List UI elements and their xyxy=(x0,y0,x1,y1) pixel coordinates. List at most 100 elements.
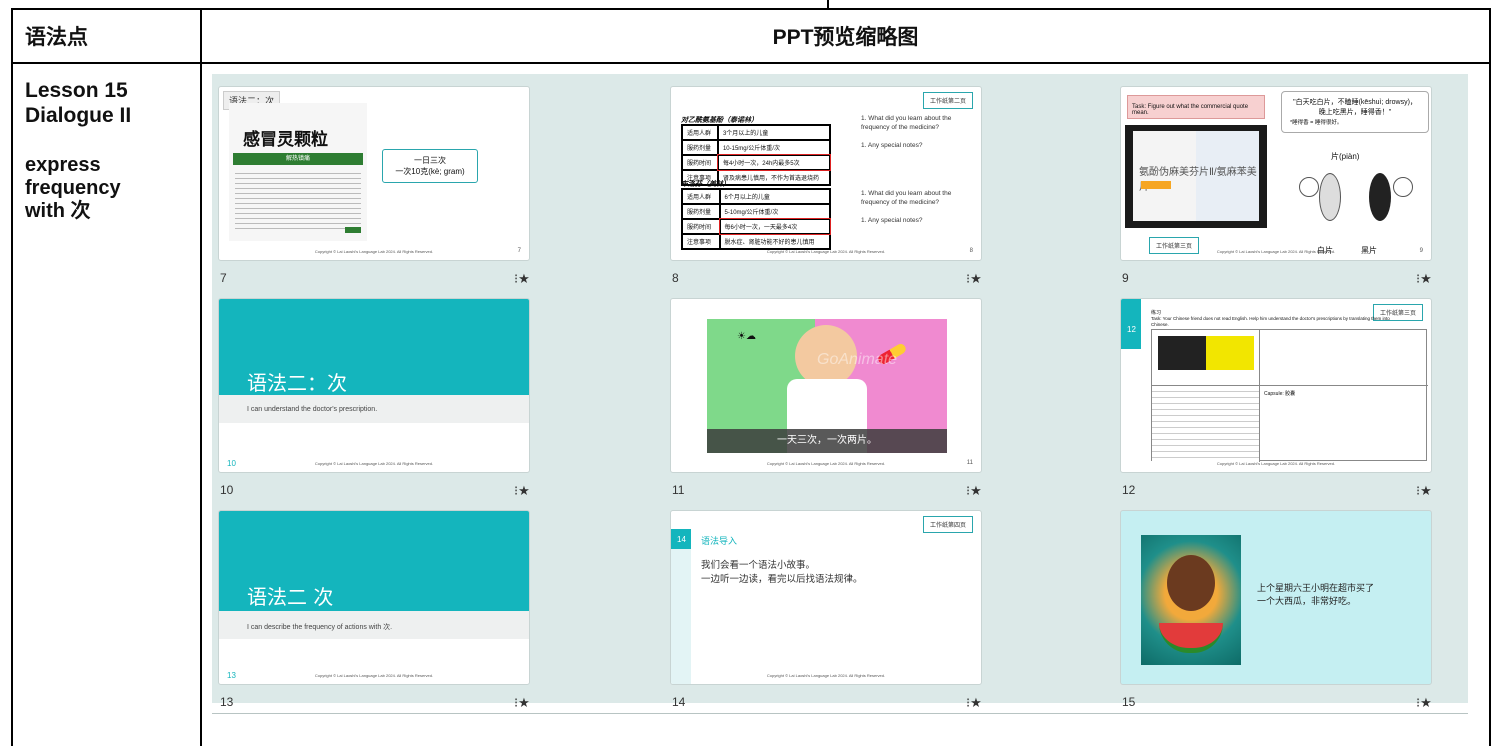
copyright-text: Copyright © Lai Laoshi's Language Lab 20… xyxy=(1216,249,1336,254)
sun-cloud-icon: ☀☁ xyxy=(737,331,756,342)
story-illustration xyxy=(1141,535,1241,665)
star-icon[interactable]: ⁝★ xyxy=(514,483,530,499)
drug1-table: 适用人群 3个月以上的儿童 服药剂量 10-15mg/公斤体重/次 服药时间 每4小时… xyxy=(681,124,832,186)
medicine-box: 氨酚伪麻美芬片Ⅱ/氨麻苯美片 xyxy=(1133,131,1259,221)
worksheet-tag: 工作纸第四页 xyxy=(922,516,973,533)
product-photo: 氨酚伪麻美芬片Ⅱ/氨麻苯美片 xyxy=(1125,125,1267,228)
capsule-label: Capsule: 胶囊 xyxy=(1264,391,1296,397)
grammar-table: 语法点 PPT预览缩略图 Lesson 15 Dialogue II expre… xyxy=(11,8,1491,746)
star-icon[interactable]: ⁝★ xyxy=(966,695,982,711)
white-pill-face-icon xyxy=(1299,177,1319,197)
star-icon[interactable]: ⁝★ xyxy=(1416,695,1432,711)
grammar-line-2: frequency xyxy=(25,177,121,199)
quote-line-1: "白天吃白片，不瞌睡(kēshuì; drowsy)， xyxy=(1293,99,1417,106)
header-grammar-point: 语法点 xyxy=(11,8,202,64)
intro-line-1: 我们会看一个语法小故事。 xyxy=(701,560,816,571)
worksheet-tag: 工作纸第二页 xyxy=(922,92,973,109)
star-icon[interactable]: ⁝★ xyxy=(514,695,530,711)
corner-number: 12 xyxy=(1127,325,1136,334)
slide-title: 语法二：次 xyxy=(247,371,347,395)
white-pill-icon xyxy=(1319,173,1341,221)
bubble-line-2: 一次10克(kè; gram) xyxy=(395,167,465,176)
document-page: 语法点 PPT预览缩略图 Lesson 15 Dialogue II expre… xyxy=(0,0,1500,746)
answer-box-1 xyxy=(1260,330,1428,386)
slide-number-label: 8 xyxy=(672,271,679,285)
lesson-title-1: Lesson 15 xyxy=(25,79,128,102)
slide-number-label: 11 xyxy=(672,483,685,497)
slide-subtitle: I can describe the frequency of actions … xyxy=(247,624,393,631)
label-image-1 xyxy=(1152,330,1260,386)
teal-sidebar xyxy=(1121,299,1141,349)
watermark: GoAnimate xyxy=(817,351,898,368)
quote-bubble: "白天吃白片，不瞌睡(kēshuì; drowsy)， 晚上吃黑片，睡得香！" … xyxy=(1281,91,1429,133)
star-icon[interactable]: ⁝★ xyxy=(1416,271,1432,287)
section-heading: 语法导入 xyxy=(701,536,738,546)
copyright-text: Copyright © Lai Laoshi's Language Lab 20… xyxy=(766,461,886,466)
copyright-text: Copyright © Lai Laoshi's Language Lab 20… xyxy=(314,673,434,678)
page-number: 11 xyxy=(966,460,973,466)
page-number: 7 xyxy=(517,248,521,254)
side-strip xyxy=(671,549,691,684)
pian-label: 片(piàn) xyxy=(1331,152,1360,161)
story-line-1: 上个星期六王小明在超市买了 xyxy=(1257,583,1375,593)
slide-thumbnail-13[interactable]: 语法二 次 I can describe the frequency of ac… xyxy=(218,510,530,685)
slide-thumbnail-8[interactable]: 工作纸第二页 对乙酰氨基酚（泰诺林） 适用人群 3个月以上的儿童 服药剂量 10-1… xyxy=(670,86,982,261)
slide-number-label: 9 xyxy=(1122,271,1129,285)
slide-number-label: 15 xyxy=(1122,695,1136,709)
product-name: 感冒灵颗粒 xyxy=(243,130,328,149)
ppt-preview-cell: 语法二：次 999 感冒灵颗粒 解热镇痛 一日三次 一次10克(kè; gram… xyxy=(200,62,1491,746)
slide-number-label: 10 xyxy=(220,483,234,497)
star-icon[interactable]: ⁝★ xyxy=(1416,483,1432,499)
slide-number-label: 7 xyxy=(220,271,227,285)
slide-thumbnail-7[interactable]: 语法二：次 999 感冒灵颗粒 解热镇痛 一日三次 一次10克(kè; gram… xyxy=(218,86,530,261)
star-icon[interactable]: ⁝★ xyxy=(966,483,982,499)
star-icon[interactable]: ⁝★ xyxy=(966,271,982,287)
label-image-2 xyxy=(1152,386,1260,462)
bubble-line-1: 一日三次 xyxy=(414,156,446,165)
corner-number: 14 xyxy=(677,535,686,544)
slide-thumbnail-14[interactable]: 14 工作纸第四页 语法导入 我们会看一个语法小故事。 一边听一边读，看完以后找… xyxy=(670,510,982,685)
question-4: 1. Any special notes? xyxy=(861,217,923,224)
question-2: 1. Any special notes? xyxy=(861,142,923,149)
copyright-text: Copyright © Lai Laoshi's Language Lab 20… xyxy=(766,249,886,254)
gallery-bottom-border xyxy=(212,713,1468,714)
copyright-text: Copyright © Lai Laoshi's Language Lab 20… xyxy=(314,249,434,254)
quote-line-2: 晚上吃黑片，睡得香！" xyxy=(1318,109,1392,116)
slide-thumbnail-15[interactable]: 上个星期六王小明在超市买了 一个大西瓜，非常好吃。 xyxy=(1120,510,1432,685)
slide-thumbnail-10[interactable]: 语法二：次 I can understand the doctor's pres… xyxy=(218,298,530,473)
exercise-heading: 练习 xyxy=(1151,310,1162,316)
green-button xyxy=(345,227,361,233)
copyright-text: Copyright © Lai Laoshi's Language Lab 20… xyxy=(766,673,886,678)
slide-number-label: 12 xyxy=(1122,483,1136,497)
black-pill-icon xyxy=(1369,173,1391,221)
page-number: 9 xyxy=(1419,248,1423,254)
animation-frame: ☀☁ GoAnimate 一天三次，一次两片。 xyxy=(707,319,947,453)
intro-line-2: 一边听一边读，看完以后找语法规律。 xyxy=(701,574,863,585)
orange-stripe xyxy=(1141,181,1171,189)
slide-title: 语法二 次 xyxy=(247,585,334,609)
green-banner: 解热镇痛 xyxy=(233,153,363,165)
slide-thumbnail-9[interactable]: Task: Figure out what the commercial quo… xyxy=(1120,86,1432,261)
page-number: 8 xyxy=(969,248,973,254)
slide-subtitle: I can understand the doctor's prescripti… xyxy=(247,406,378,413)
task-box: Task: Figure out what the commercial quo… xyxy=(1127,95,1265,119)
header-row: 语法点 PPT预览缩略图 xyxy=(11,8,1491,64)
task-text: Task: Your Chinese friend does not read … xyxy=(1151,316,1390,327)
slide-thumbnail-12[interactable]: 12 工作纸第三页 练习 Task: Your Chinese friend d… xyxy=(1120,298,1432,473)
medicine-box: 感冒灵颗粒 解热镇痛 xyxy=(229,103,367,241)
slide-number-label: 13 xyxy=(220,695,234,709)
product-description-lines xyxy=(235,169,361,231)
story-line-2: 一个大西瓜，非常好吃。 xyxy=(1257,596,1357,606)
watermelon-icon xyxy=(1159,623,1223,653)
question-1: 1. What did you learn about the frequenc… xyxy=(861,115,952,131)
quote-note: *睡得香 = 睡得很好。 xyxy=(1290,120,1343,126)
copyright-text: Copyright © Lai Laoshi's Language Lab 20… xyxy=(314,461,434,466)
slide-number-label: 14 xyxy=(672,695,686,709)
star-icon[interactable]: ⁝★ xyxy=(514,271,530,287)
body-row: Lesson 15 Dialogue II express frequency … xyxy=(11,62,1491,746)
slide-thumbnail-11[interactable]: ☀☁ GoAnimate 一天三次，一次两片。 Copyright © Lai … xyxy=(670,298,982,473)
question-3: 1. What did you learn about the frequenc… xyxy=(861,190,952,206)
man-face xyxy=(1167,555,1215,611)
slide-grid[interactable]: 语法二：次 999 感冒灵颗粒 解热镇痛 一日三次 一次10克(kè; gram… xyxy=(212,74,1468,714)
black-pill-face-icon xyxy=(1393,177,1413,197)
